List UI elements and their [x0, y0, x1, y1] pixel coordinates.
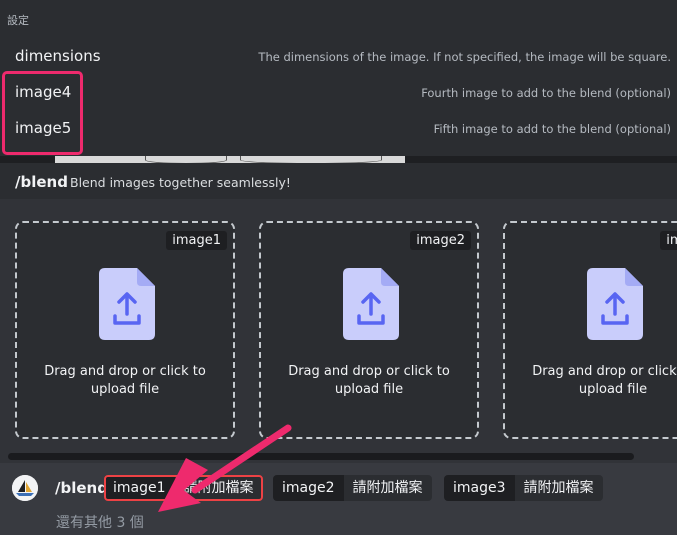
chip-name: image2 — [273, 475, 344, 501]
avatar-sailboat-icon — [12, 475, 38, 501]
background-image-peek — [55, 156, 405, 164]
file-upload-icon — [587, 268, 643, 340]
more-options-text[interactable]: 還有其他 3 個 — [56, 512, 144, 532]
card-label: image1 — [166, 231, 227, 250]
chip-value: 請附加檔案 — [343, 475, 432, 501]
annotation-highlight-box — [2, 71, 83, 155]
card-text: Drag and drop or click to upload file — [532, 364, 677, 397]
card-label: image2 — [410, 231, 471, 250]
chip-name: image3 — [444, 475, 515, 501]
upload-card-image1[interactable]: image1 Drag and drop or click to upload … — [15, 221, 235, 439]
options-header: 設定 — [7, 14, 29, 27]
chip-value: 請附加檔案 — [174, 475, 263, 501]
chip-name: image1 — [104, 475, 175, 501]
option-chip-image3[interactable]: image3 請附加檔案 — [444, 475, 603, 501]
card-text: Drag and drop or click to upload file — [288, 364, 450, 397]
message-input-bar[interactable]: /blend image1 請附加檔案 image2 請附加檔案 image3 … — [0, 463, 677, 535]
horizontal-scrollbar[interactable] — [8, 453, 634, 460]
upload-card-image2[interactable]: image2 Drag and drop or click to upload … — [259, 221, 479, 439]
card-text: Drag and drop or click to upload file — [44, 364, 206, 397]
avatar — [12, 475, 38, 501]
file-upload-icon — [99, 268, 155, 340]
option-image4[interactable]: image4 Fourth image to add to the blend … — [0, 76, 677, 110]
option-description: The dimensions of the image. If not spec… — [258, 50, 671, 64]
option-description: Fourth image to add to the blend (option… — [421, 86, 671, 100]
option-name: dimensions — [15, 47, 101, 65]
options-popup: 設定 dimensions The dimensions of the imag… — [0, 0, 677, 156]
command-description: Blend images together seamlessly! — [70, 175, 291, 190]
option-image5[interactable]: image5 Fifth image to add to the blend (… — [0, 112, 677, 146]
option-dimensions[interactable]: dimensions The dimensions of the image. … — [0, 40, 677, 74]
file-upload-icon — [343, 268, 399, 340]
command-panel: /blend Blend images together seamlessly!… — [0, 163, 677, 463]
upload-area: image1 Drag and drop or click to upload … — [0, 199, 677, 463]
option-chip-image1[interactable]: image1 請附加檔案 — [104, 475, 263, 501]
chip-value: 請附加檔案 — [514, 475, 603, 501]
card-label: image3 — [660, 231, 677, 250]
upload-card-image3[interactable]: image3 Drag and drop or click to upload … — [503, 221, 677, 439]
option-description: Fifth image to add to the blend (optiona… — [433, 122, 671, 136]
option-chip-image2[interactable]: image2 請附加檔案 — [273, 475, 432, 501]
command-name: /blend — [15, 173, 68, 191]
input-command: /blend — [55, 479, 108, 497]
